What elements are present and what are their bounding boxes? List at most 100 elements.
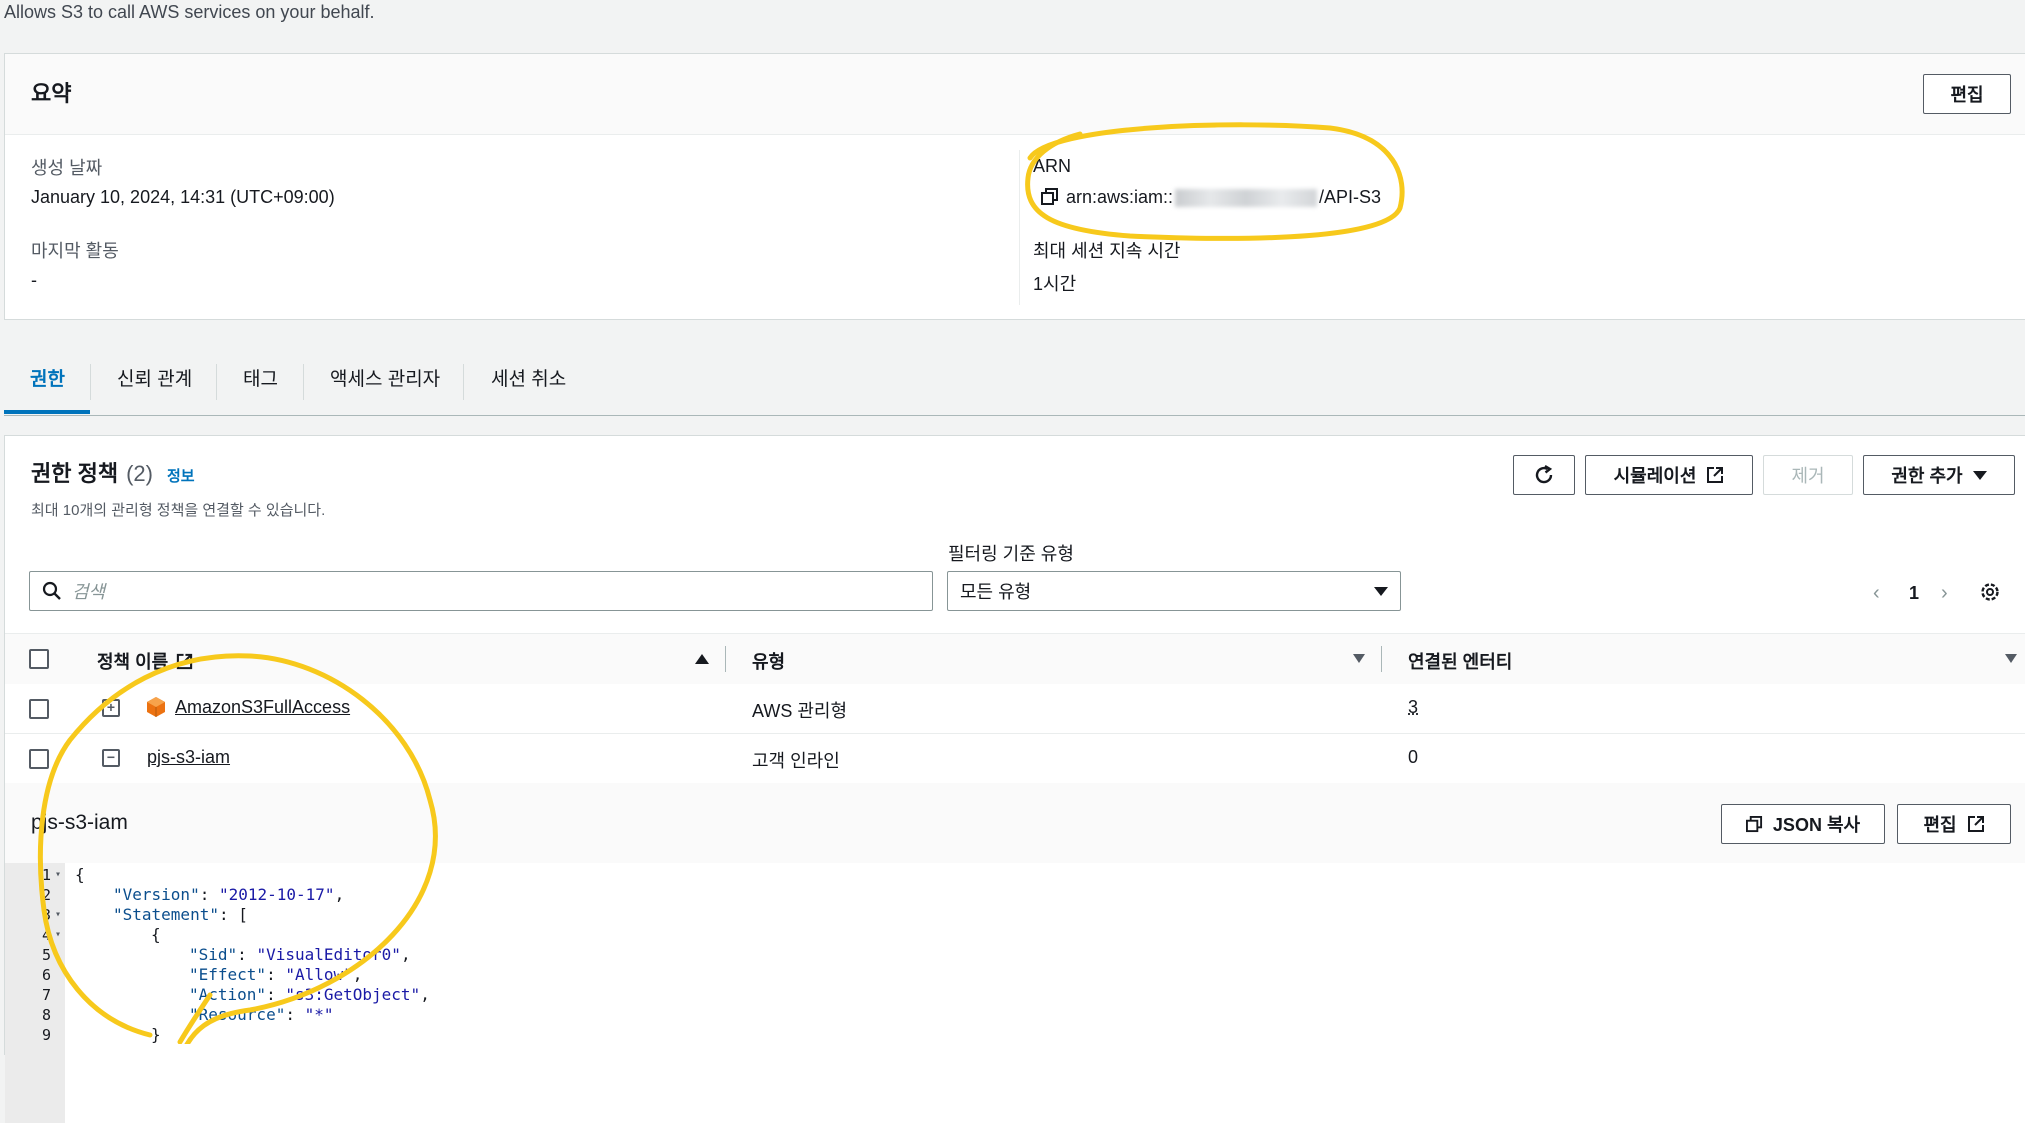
fold-icon[interactable]: ▾ bbox=[55, 929, 61, 940]
line-number: 5 bbox=[41, 946, 51, 964]
line-number: 4 bbox=[41, 926, 51, 944]
summary-divider bbox=[1019, 150, 1020, 305]
refresh-icon bbox=[1535, 464, 1553, 484]
table-row: + AmazonS3FullAccess AWS 관리형 3 bbox=[5, 684, 2025, 734]
code-line: "Version": "2012-10-17", bbox=[113, 885, 345, 904]
policies-title: 권한 정책 bbox=[31, 461, 119, 486]
policy-edit-button[interactable]: 편집 bbox=[1897, 804, 2011, 844]
sort-ascending-icon[interactable] bbox=[695, 654, 709, 664]
tab-divider bbox=[90, 364, 91, 400]
caret-down-icon bbox=[1374, 586, 1388, 596]
policies-heading: 권한 정책 (2) 정보 bbox=[31, 456, 195, 488]
row-checkbox[interactable] bbox=[29, 749, 49, 769]
refresh-button[interactable] bbox=[1513, 455, 1575, 495]
arn-redacted bbox=[1175, 188, 1318, 207]
info-link[interactable]: 정보 bbox=[167, 465, 195, 486]
tab-access-advisor[interactable]: 액세스 관리자 bbox=[330, 364, 440, 414]
last-activity-label: 마지막 활동 bbox=[31, 241, 119, 261]
arn-prefix: arn:aws:iam:: bbox=[1066, 187, 1174, 207]
remove-button[interactable]: 제거 bbox=[1763, 455, 1853, 495]
filter-label: 필터링 기준 유형 bbox=[948, 544, 1074, 564]
policy-type: 고객 인라인 bbox=[752, 751, 840, 771]
select-all-checkbox[interactable] bbox=[29, 649, 49, 669]
collapse-icon[interactable]: − bbox=[102, 749, 120, 767]
role-description: Allows S3 to call AWS services on your b… bbox=[4, 2, 375, 22]
row-checkbox[interactable] bbox=[29, 699, 49, 719]
code-line: "Sid": "VisualEditor0", bbox=[189, 945, 411, 964]
attached-entities-count: 0 bbox=[1408, 747, 1419, 767]
column-attached-entities[interactable]: 연결된 엔터티 bbox=[1408, 648, 1512, 674]
policies-subtitle: 최대 10개의 관리형 정책을 연결할 수 있습니다. bbox=[31, 502, 326, 519]
code-line: { bbox=[75, 865, 85, 884]
tab-divider bbox=[216, 364, 217, 400]
simulation-label: 시뮬레이션 bbox=[1613, 466, 1697, 486]
policy-name-link[interactable]: AmazonS3FullAccess bbox=[175, 697, 350, 718]
policy-edit-label: 편집 bbox=[1923, 815, 1957, 835]
sort-icon[interactable] bbox=[2005, 654, 2017, 663]
column-divider bbox=[725, 646, 726, 672]
created-date-value: January 10, 2024, 14:31 (UTC+09:00) bbox=[31, 187, 335, 207]
policy-type: AWS 관리형 bbox=[752, 701, 848, 721]
search-placeholder: 검색 bbox=[72, 582, 106, 602]
code-line: "Resource": "*" bbox=[189, 1005, 334, 1024]
summary-title: 요약 bbox=[31, 81, 72, 106]
external-link-icon bbox=[1707, 467, 1724, 483]
fold-icon[interactable]: ▾ bbox=[55, 869, 61, 880]
add-permissions-label: 권한 추가 bbox=[1891, 466, 1963, 486]
tab-trust-relationships[interactable]: 신뢰 관계 bbox=[117, 364, 192, 414]
policy-detail: pjs-s3-iam JSON 복사 편집 1 2 3 4 5 6 7 8 9 … bbox=[5, 783, 2025, 1123]
active-tab-indicator bbox=[4, 410, 90, 414]
arn-label: ARN bbox=[1033, 156, 1072, 176]
line-number: 6 bbox=[41, 966, 51, 984]
type-filter-select[interactable]: 모든 유형 bbox=[947, 571, 1401, 611]
line-number: 7 bbox=[41, 986, 51, 1004]
tab-tags[interactable]: 태그 bbox=[243, 364, 278, 414]
code-line: "Effect": "Allow", bbox=[189, 965, 363, 984]
summary-edit-button[interactable]: 편집 bbox=[1923, 74, 2011, 114]
prev-page-icon[interactable]: ‹ bbox=[1873, 582, 1880, 605]
code-line: "Action": "s3:GetObject", bbox=[189, 985, 430, 1004]
copy-icon[interactable] bbox=[1041, 188, 1059, 206]
column-policy-name[interactable]: 정책 이름 bbox=[97, 648, 193, 674]
copy-json-button[interactable]: JSON 복사 bbox=[1721, 804, 1885, 844]
caret-down-icon bbox=[1972, 470, 1987, 480]
copy-json-label: JSON 복사 bbox=[1772, 815, 1861, 835]
copy-icon bbox=[1745, 815, 1762, 832]
arn-value: arn:aws:iam:: /API-S3 bbox=[1066, 187, 1381, 208]
page-number[interactable]: 1 bbox=[1909, 583, 1919, 604]
next-page-icon[interactable]: › bbox=[1941, 582, 1948, 605]
summary-panel: 요약 편집 생성 날짜 January 10, 2024, 14:31 (UTC… bbox=[4, 53, 2025, 320]
line-number: 2 bbox=[41, 886, 51, 904]
tab-bar: 권한 신뢰 관계 태그 액세스 관리자 세션 취소 bbox=[4, 350, 2025, 416]
policies-count: (2) bbox=[126, 461, 153, 486]
last-activity-value: - bbox=[31, 270, 37, 290]
json-code-editor[interactable]: 1 2 3 4 5 6 7 8 9 ▾ ▾ ▾ { "Version": "20… bbox=[5, 863, 2025, 1123]
created-date-label: 생성 날짜 bbox=[31, 158, 103, 178]
session-duration-label: 최대 세션 지속 시간 bbox=[1033, 241, 1181, 261]
line-number: 3 bbox=[41, 906, 51, 924]
column-type[interactable]: 유형 bbox=[752, 648, 785, 674]
expand-icon[interactable]: + bbox=[102, 699, 120, 717]
code-line: { bbox=[151, 925, 161, 944]
attached-entities-count[interactable]: 3 bbox=[1408, 697, 1418, 718]
line-number: 8 bbox=[41, 1006, 51, 1024]
code-line: } bbox=[151, 1025, 161, 1044]
session-duration-value: 1시간 bbox=[1033, 274, 1077, 294]
external-link-icon bbox=[177, 653, 193, 669]
search-input[interactable]: 검색 bbox=[29, 571, 933, 611]
line-number: 1 bbox=[41, 866, 51, 884]
fold-icon[interactable]: ▾ bbox=[55, 909, 61, 920]
policy-name-link[interactable]: pjs-s3-iam bbox=[147, 747, 230, 768]
tab-divider bbox=[463, 364, 464, 400]
tab-permissions[interactable]: 권한 bbox=[30, 364, 65, 414]
type-filter-value: 모든 유형 bbox=[960, 582, 1032, 602]
tab-revoke-sessions[interactable]: 세션 취소 bbox=[491, 364, 566, 414]
policy-detail-title: pjs-s3-iam bbox=[31, 811, 128, 834]
add-permissions-button[interactable]: 권한 추가 bbox=[1863, 455, 2015, 495]
settings-gear-icon[interactable] bbox=[1979, 581, 2001, 603]
table-header: 정책 이름 유형 연결된 엔터티 bbox=[5, 633, 2025, 685]
search-icon bbox=[42, 581, 61, 600]
simulation-button[interactable]: 시뮬레이션 bbox=[1585, 455, 1753, 495]
summary-header: 요약 편집 bbox=[5, 54, 2025, 135]
sort-icon[interactable] bbox=[1353, 654, 1365, 663]
